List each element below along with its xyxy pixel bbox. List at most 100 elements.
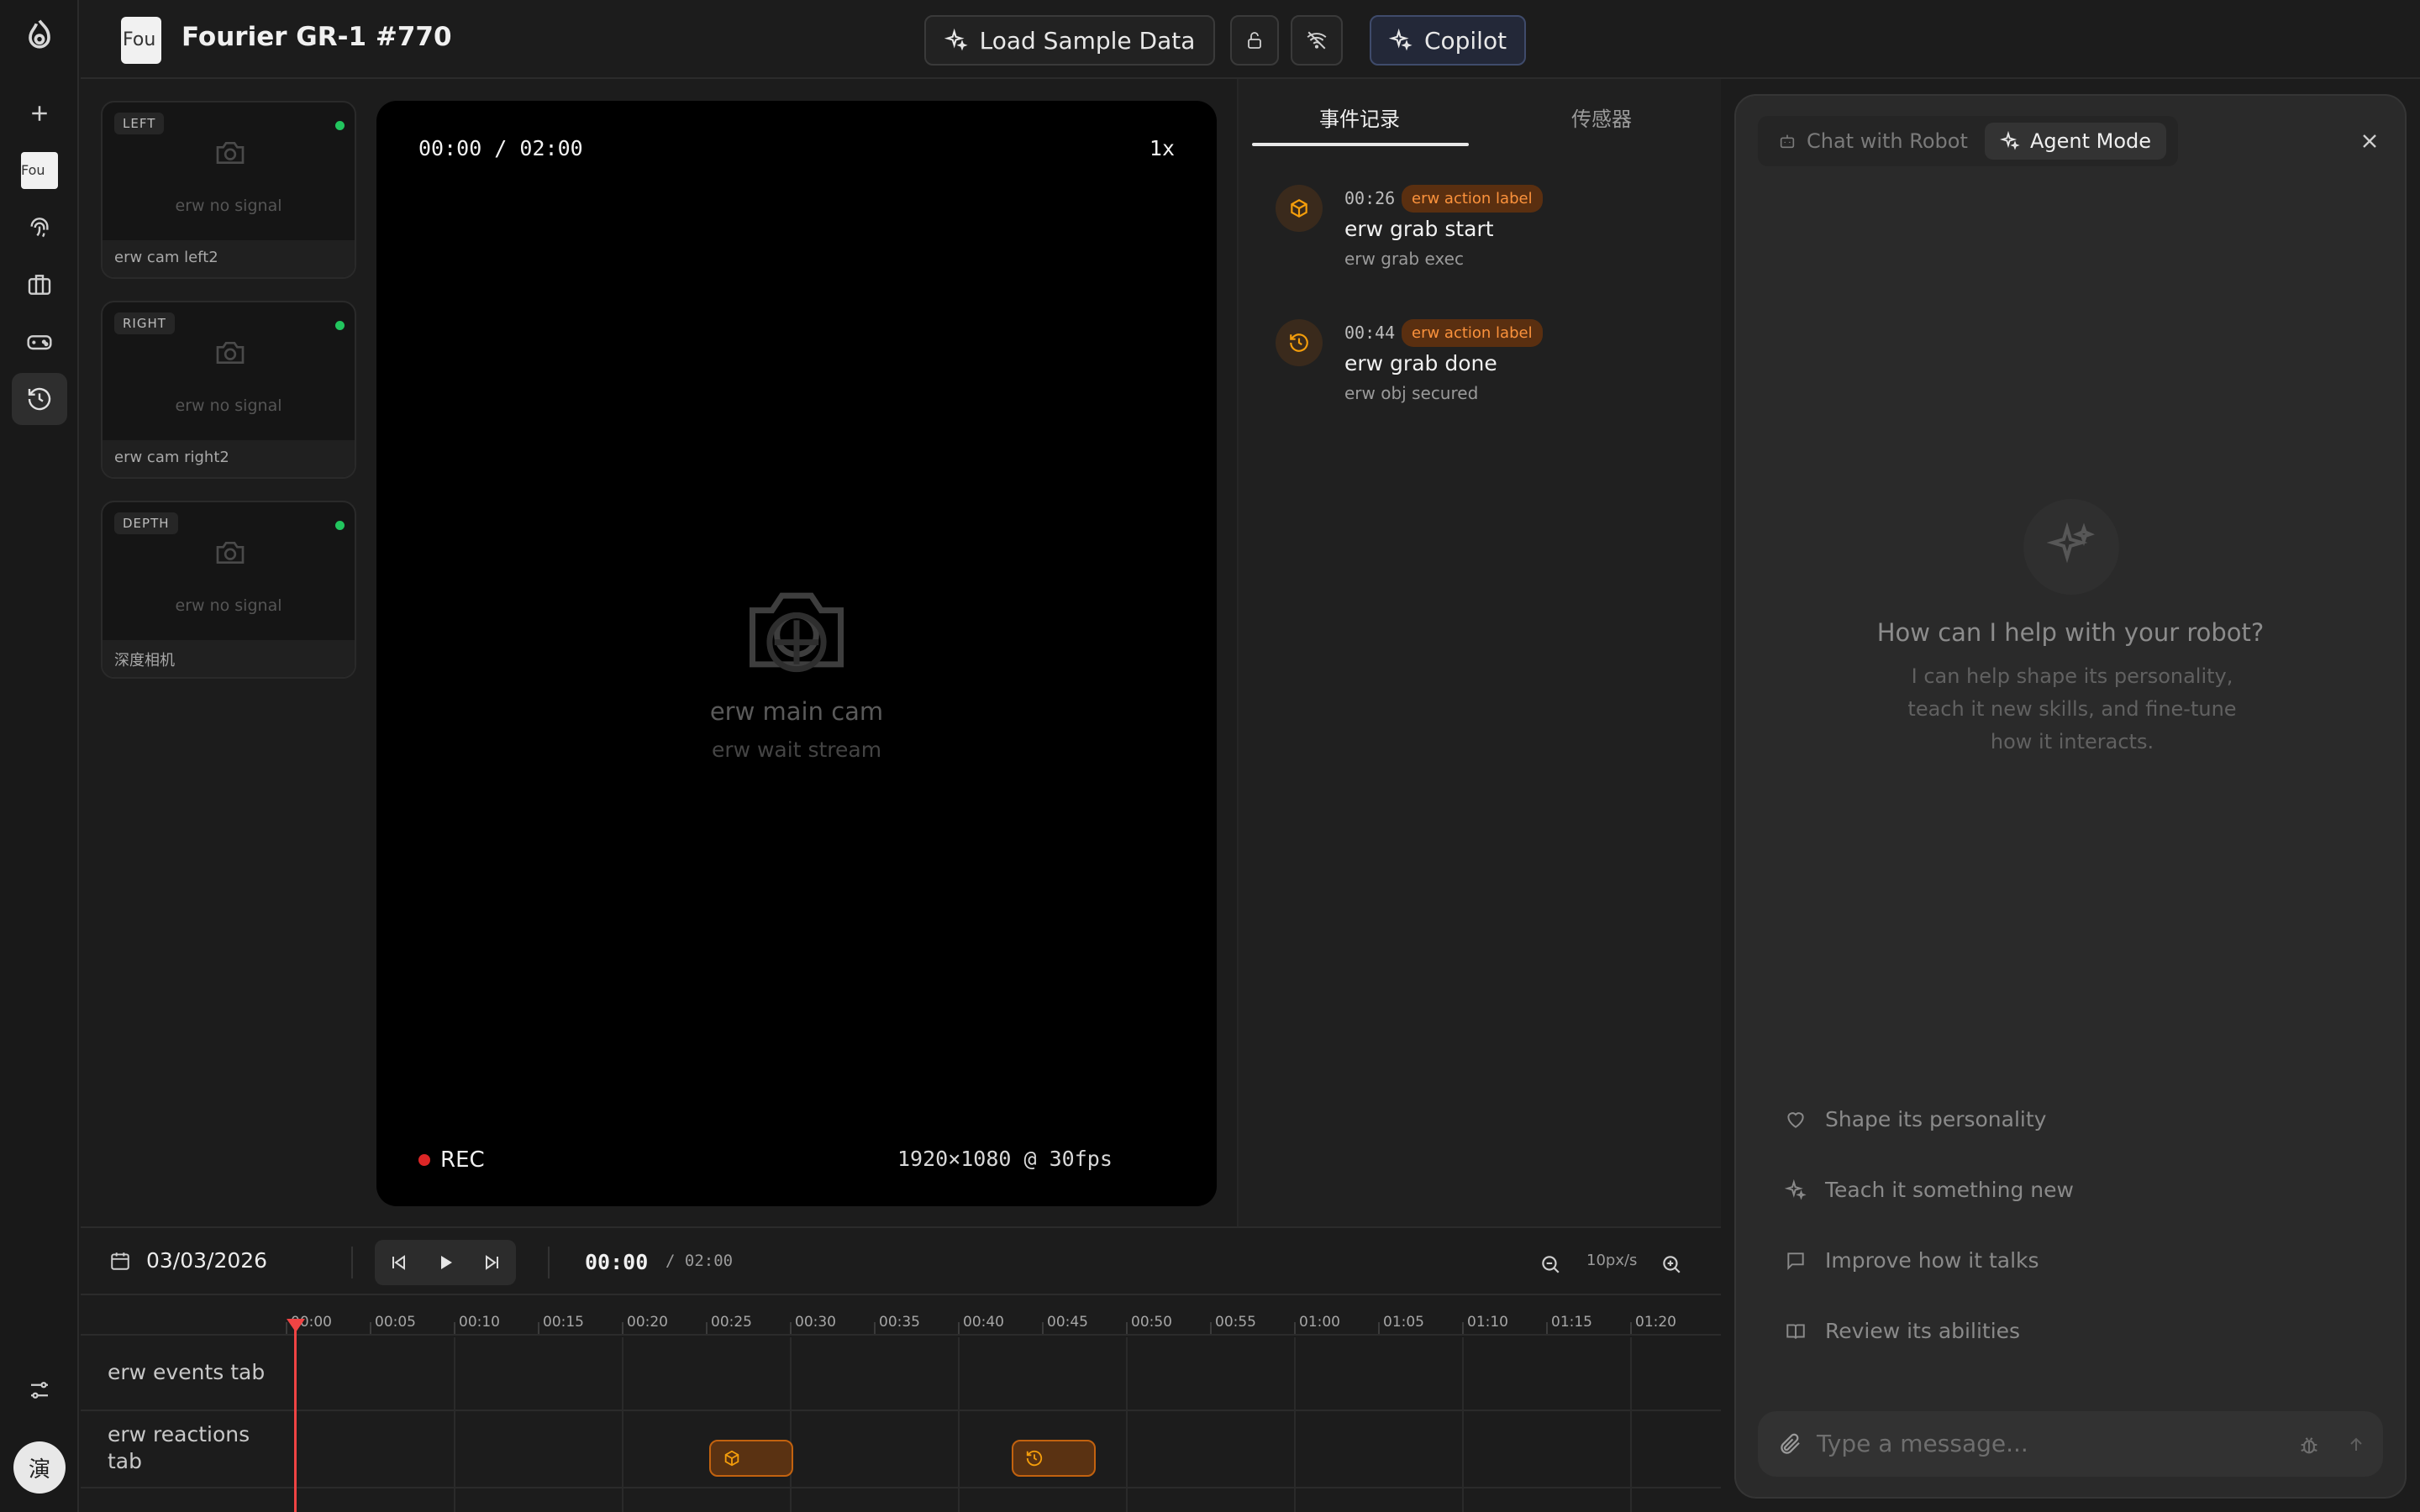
tab-sensors[interactable]: 传感器 bbox=[1571, 102, 1632, 132]
ruler-tick-label: 00:55 bbox=[1215, 1314, 1256, 1331]
camera-name: erw cam right2 bbox=[103, 440, 355, 477]
status-dot bbox=[335, 121, 345, 130]
avatar[interactable]: 演 bbox=[13, 1441, 66, 1494]
fingerprint-icon[interactable] bbox=[12, 202, 67, 254]
ruler-tick bbox=[1294, 1322, 1296, 1334]
zoom-level: 10px/s bbox=[1586, 1252, 1638, 1269]
rec-indicator: REC bbox=[418, 1147, 485, 1173]
camera-icon bbox=[213, 536, 247, 570]
suggestion-improve-talk[interactable]: Improve how it talks bbox=[1785, 1248, 2039, 1273]
main-camera-viewer[interactable]: 00:00 / 02:00 1x erw main cam erw wait s… bbox=[376, 101, 1217, 1206]
book-icon bbox=[1786, 1323, 1805, 1339]
camera-tag: DEPTH bbox=[114, 512, 178, 534]
ruler-tick-label: 01:00 bbox=[1299, 1314, 1340, 1331]
camera-name: erw cam left2 bbox=[103, 240, 355, 277]
gamepad-icon[interactable] bbox=[12, 316, 67, 368]
mode-chat-with-robot[interactable]: Chat with Robot bbox=[1763, 123, 1983, 160]
sparkle-icon bbox=[1785, 1179, 1807, 1200]
date-picker[interactable]: 03/03/2026 bbox=[109, 1248, 267, 1273]
ruler-tick bbox=[1462, 1322, 1464, 1334]
plus-icon[interactable] bbox=[12, 87, 67, 139]
history-icon[interactable] bbox=[12, 373, 67, 425]
grid-line bbox=[1126, 1337, 1128, 1512]
wifi-off-icon bbox=[1307, 31, 1327, 50]
zoom-out-icon[interactable] bbox=[1539, 1253, 1561, 1275]
ruler-tick bbox=[1546, 1322, 1548, 1334]
events-panel: 事件记录 传感器 00:26 erw action label erw grab… bbox=[1237, 79, 1721, 1226]
suggestion-label: Teach it something new bbox=[1825, 1178, 2074, 1202]
resolution-label: 1920×1080 @ 30fps bbox=[897, 1147, 1113, 1171]
playhead[interactable] bbox=[294, 1327, 297, 1512]
message-placeholder: Type a message... bbox=[1817, 1430, 2028, 1457]
cube-icon bbox=[1276, 185, 1323, 232]
ruler-tick bbox=[958, 1322, 960, 1334]
playback-speed[interactable]: 1x bbox=[1150, 136, 1175, 160]
suggestion-label: Improve how it talks bbox=[1825, 1248, 2039, 1273]
mode-agent[interactable]: Agent Mode bbox=[1985, 123, 2167, 160]
bug-icon[interactable] bbox=[2297, 1433, 2321, 1457]
date-label: 03/03/2026 bbox=[146, 1248, 268, 1273]
track-reactions: erw reactions tab bbox=[81, 1411, 1721, 1488]
zoom-in-icon[interactable] bbox=[1660, 1253, 1682, 1275]
camera-tag: RIGHT bbox=[114, 312, 175, 334]
camera-left-card[interactable]: LEFT erw no signal erw cam left2 bbox=[101, 101, 356, 279]
ruler-tick bbox=[538, 1322, 539, 1334]
paperclip-icon[interactable] bbox=[1778, 1431, 1803, 1457]
timeline-clip[interactable] bbox=[1012, 1440, 1096, 1477]
skip-forward-icon[interactable] bbox=[482, 1252, 502, 1273]
divider bbox=[548, 1247, 550, 1278]
event-time: 00:26 bbox=[1344, 188, 1396, 208]
ruler-tick bbox=[370, 1322, 371, 1334]
ruler-tick bbox=[790, 1322, 792, 1334]
camera-name: 深度相机 bbox=[103, 640, 355, 677]
ruler-tick-label: 00:40 bbox=[963, 1314, 1004, 1331]
load-sample-data-button[interactable]: Load Sample Data bbox=[924, 15, 1215, 66]
send-arrow-icon[interactable] bbox=[2346, 1435, 2366, 1455]
track-label: erw reactions tab bbox=[108, 1422, 250, 1473]
close-icon[interactable] bbox=[2358, 129, 2381, 153]
play-icon[interactable] bbox=[435, 1252, 455, 1273]
timeline: 03/03/2026 00:00 / 02:00 10px/s 00:00 00:… bbox=[81, 1226, 1721, 1512]
message-input[interactable]: Type a message... bbox=[1758, 1411, 2383, 1477]
copilot-heading: How can I help with your robot? bbox=[1876, 618, 2265, 647]
time-ruler[interactable]: 00:00 00:05 00:10 00:15 00:20 00:25 00:30 00:35… bbox=[81, 1295, 1721, 1336]
event-desc: erw grab exec bbox=[1344, 249, 1464, 269]
lock-button[interactable] bbox=[1230, 15, 1279, 66]
grid-line bbox=[454, 1337, 455, 1512]
event-badge: erw action label bbox=[1402, 319, 1543, 347]
ruler-tick-label: 01:05 bbox=[1383, 1314, 1424, 1331]
suggestion-shape-personality[interactable]: Shape its personality bbox=[1785, 1107, 2046, 1131]
camera-depth-card[interactable]: DEPTH erw no signal 深度相机 bbox=[101, 501, 356, 679]
skip-back-icon[interactable] bbox=[388, 1252, 408, 1273]
wifi-off-button[interactable] bbox=[1291, 15, 1343, 66]
suggestion-teach-new[interactable]: Teach it something new bbox=[1785, 1178, 2074, 1202]
tab-event-log[interactable]: 事件记录 bbox=[1319, 102, 1400, 132]
app-logo-icon[interactable] bbox=[12, 10, 67, 62]
grid-line bbox=[1630, 1337, 1632, 1512]
grid-line bbox=[1462, 1337, 1464, 1512]
ruler-tick-label: 00:20 bbox=[627, 1314, 668, 1331]
briefcase-icon[interactable] bbox=[12, 259, 67, 311]
ruler-tick bbox=[1630, 1322, 1632, 1334]
suggestion-review-abilities[interactable]: Review its abilities bbox=[1785, 1319, 2020, 1343]
history-icon bbox=[1025, 1449, 1044, 1467]
sliders-icon[interactable] bbox=[12, 1364, 67, 1416]
camera-right-card[interactable]: RIGHT erw no signal erw cam right2 bbox=[101, 301, 356, 479]
camera-status: erw no signal bbox=[175, 596, 282, 615]
camera-icon bbox=[750, 592, 844, 673]
timeline-clip[interactable] bbox=[709, 1440, 793, 1477]
load-sample-data-label: Load Sample Data bbox=[979, 26, 1196, 55]
copilot-panel: Chat with Robot Agent Mode How can I hel… bbox=[1734, 94, 2407, 1499]
camera-status: erw no signal bbox=[175, 197, 282, 215]
robot-thumbnail[interactable]: Fou bbox=[12, 144, 67, 197]
grid-line bbox=[790, 1337, 792, 1512]
viewer-subtitle: erw wait stream bbox=[711, 738, 882, 762]
viewer-placeholder: erw main cam erw wait stream bbox=[376, 571, 1217, 762]
playback-time: 00:00 / 02:00 bbox=[418, 136, 583, 160]
viewer-title: erw main cam bbox=[709, 697, 884, 726]
robot-thumb-image: Fou bbox=[21, 152, 58, 189]
copilot-button[interactable]: Copilot bbox=[1370, 15, 1526, 66]
event-title: erw grab done bbox=[1344, 351, 1497, 375]
track-events: erw events tab bbox=[81, 1337, 1721, 1411]
playback-controls bbox=[375, 1240, 516, 1285]
